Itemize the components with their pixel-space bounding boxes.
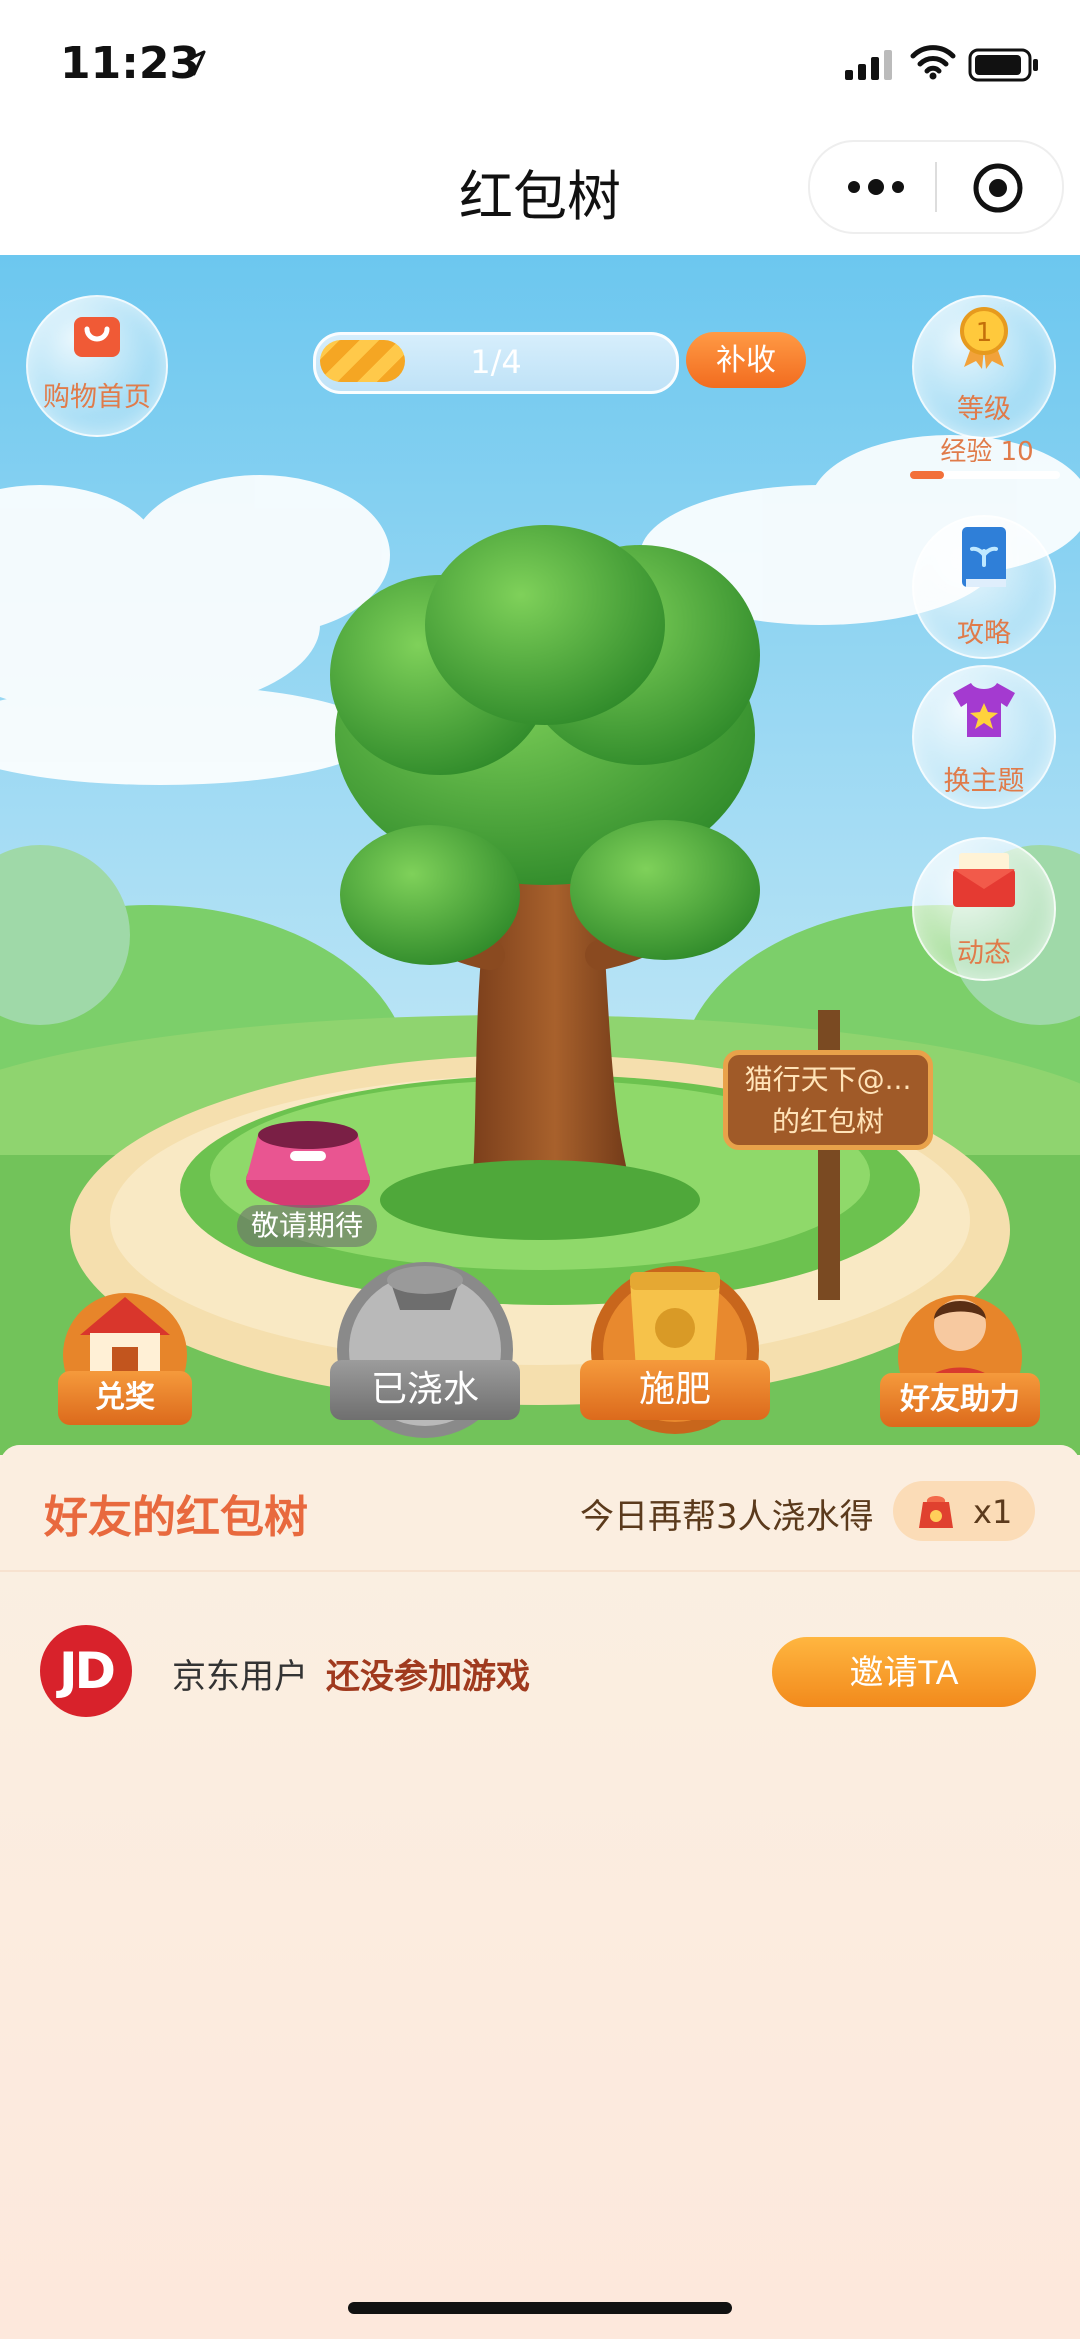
activity-button[interactable]: 动态 <box>912 837 1056 981</box>
level-label: 等级 <box>957 394 1011 425</box>
exp-bar-fill <box>910 471 944 479</box>
activity-label: 动态 <box>957 938 1011 969</box>
change-theme-label: 换主题 <box>943 766 1025 797</box>
watered-button[interactable]: 已浇水 <box>320 1240 530 1440</box>
shopping-bag-icon <box>74 317 120 357</box>
game-scene: 购物首页 1/4 补收 1 等级 经验 10 攻略 换主题 动态 猫行天下@..… <box>0 255 1080 1455</box>
harvest-progress: 1/4 <box>313 332 679 394</box>
friend-row: JD 京东用户 还没参加游戏 邀请TA <box>0 1625 1080 1725</box>
friend-help-button[interactable]: 好友助力 <box>880 1275 1040 1435</box>
shop-home-label: 购物首页 <box>43 382 151 413</box>
battery-icon <box>968 48 1038 82</box>
change-theme-button[interactable]: 换主题 <box>912 665 1056 809</box>
reward-badge: x1 <box>893 1481 1035 1541</box>
fertilize-button[interactable]: 施肥 <box>580 1240 770 1440</box>
bushou-button[interactable]: 补收 <box>686 332 806 388</box>
friend-status: 还没参加游戏 <box>326 1657 530 1697</box>
location-arrow-icon <box>180 50 206 76</box>
level-button[interactable]: 1 等级 <box>912 295 1056 439</box>
miniprogram-capsule <box>808 140 1064 234</box>
friends-panel: 好友的红包树 今日再帮3人浇水得 x1 JD 京东用户 还没参加游戏 邀请TA <box>0 1445 1080 2339</box>
status-bar: 11:23 <box>0 0 1080 130</box>
close-miniprogram-icon[interactable] <box>970 160 1026 216</box>
shop-home-button[interactable]: 购物首页 <box>26 295 168 437</box>
friend-help-label: 好友助力 <box>880 1373 1040 1427</box>
navigation-bar: 红包树 <box>0 130 1080 255</box>
medal-icon: 1 <box>960 307 1008 369</box>
fertilize-label: 施肥 <box>580 1360 770 1420</box>
red-packet-bag-icon <box>919 1496 953 1528</box>
harvest-progress-text: 1/4 <box>470 343 522 381</box>
sign-line-2: 的红包树 <box>771 1105 884 1138</box>
redeem-button[interactable]: 兑奖 <box>50 1275 200 1435</box>
tshirt-icon <box>953 683 1015 737</box>
help-reward-tip: 今日再帮3人浇水得 <box>580 1497 874 1537</box>
friend-name: 京东用户 <box>172 1657 308 1697</box>
home-indicator <box>348 2302 732 2314</box>
red-envelope-icon <box>953 853 1015 907</box>
watered-label: 已浇水 <box>330 1360 520 1420</box>
strategy-label: 攻略 <box>957 618 1011 649</box>
jd-avatar: JD <box>40 1625 132 1717</box>
friends-panel-title: 好友的红包树 <box>44 1492 308 1543</box>
redeem-label: 兑奖 <box>58 1371 192 1425</box>
capsule-divider <box>935 162 937 212</box>
invite-button[interactable]: 邀请TA <box>772 1637 1036 1707</box>
guide-book-icon <box>962 527 1006 587</box>
level-badge-number: 1 <box>976 318 993 348</box>
sign-line-1: 猫行天下@... <box>744 1063 912 1096</box>
exp-label: 经验 10 <box>940 437 1034 467</box>
friends-panel-header: 好友的红包树 今日再帮3人浇水得 x1 <box>0 1445 1080 1572</box>
exp-bar <box>910 471 1060 479</box>
strategy-button[interactable]: 攻略 <box>912 515 1056 659</box>
wifi-icon <box>910 45 956 80</box>
reward-count: x1 <box>973 1493 1013 1531</box>
more-icon[interactable] <box>846 170 906 204</box>
cellular-signal-icon <box>845 50 892 80</box>
owner-sign: 猫行天下@... 的红包树 <box>723 1050 933 1150</box>
